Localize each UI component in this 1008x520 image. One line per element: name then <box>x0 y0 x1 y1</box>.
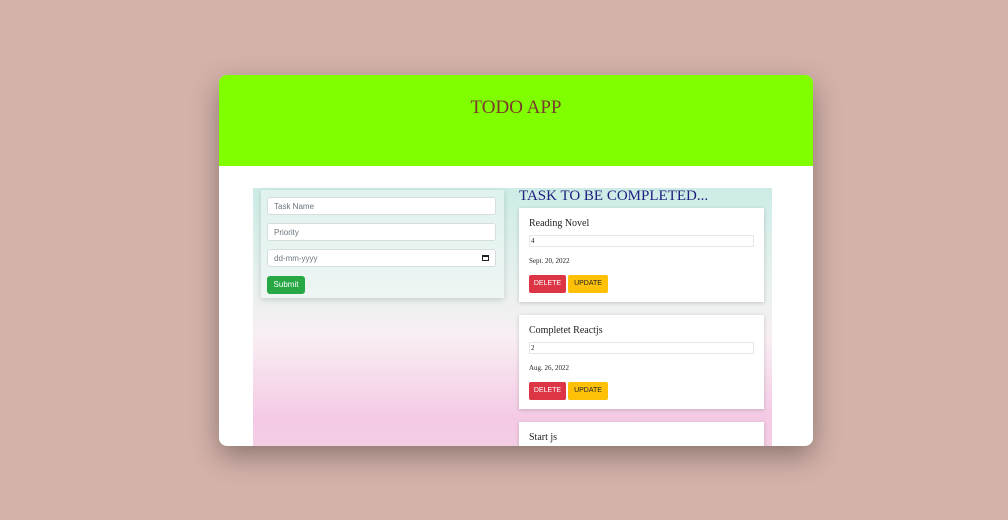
app-header: TODO APP <box>219 75 813 166</box>
delete-button[interactable]: DELETE <box>529 275 566 293</box>
task-priority-field[interactable]: 4 <box>529 235 754 247</box>
submit-button[interactable]: Submit <box>267 276 305 294</box>
task-name-input[interactable]: Task Name <box>267 197 496 215</box>
task-date: Aug. 26, 2022 <box>529 364 570 372</box>
task-name: Start js <box>529 432 558 443</box>
main-content: Task Name Priority dd-mm-yyyy Submit TAS… <box>253 188 772 446</box>
task-card: Completet Reactjs 2 Aug. 26, 2022 DELETE… <box>519 315 764 409</box>
update-button[interactable]: UPDATE <box>568 275 608 293</box>
task-priority-field[interactable]: 2 <box>529 342 754 354</box>
date-input[interactable]: dd-mm-yyyy <box>267 249 496 267</box>
app-window: TODO APP Task Name Priority dd-mm-yyyy S… <box>219 75 813 446</box>
app-title: TODO APP <box>470 97 562 118</box>
task-list-heading: TASK TO BE COMPLETED... <box>519 188 709 204</box>
task-card: Reading Novel 4 Sept. 20, 2022 DELETE UP… <box>519 208 764 302</box>
calendar-icon[interactable] <box>482 255 489 261</box>
task-form: Task Name Priority dd-mm-yyyy Submit <box>261 190 504 298</box>
task-name: Completet Reactjs <box>529 325 603 336</box>
task-date: Sept. 20, 2022 <box>529 257 570 265</box>
update-button[interactable]: UPDATE <box>568 382 608 400</box>
date-placeholder: dd-mm-yyyy <box>274 254 318 263</box>
priority-input[interactable]: Priority <box>267 223 496 241</box>
delete-button[interactable]: DELETE <box>529 382 566 400</box>
task-name: Reading Novel <box>529 218 590 229</box>
task-card: Start js <box>519 422 764 446</box>
